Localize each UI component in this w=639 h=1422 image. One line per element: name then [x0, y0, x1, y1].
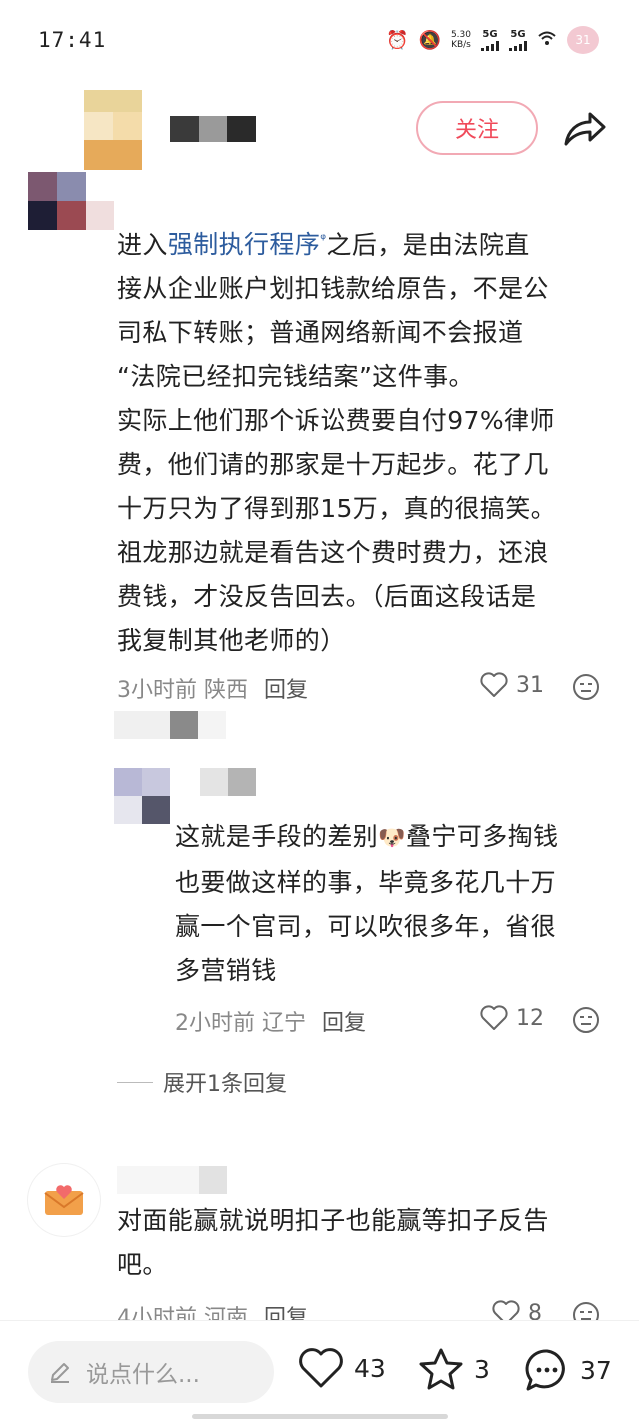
replier-name-blur: [114, 711, 226, 739]
heart-icon: [480, 672, 508, 697]
commenter-avatar[interactable]: [28, 172, 114, 230]
silent-icon: 🔕: [418, 29, 441, 51]
clock: 17:41: [38, 28, 107, 52]
envelope-heart-icon: [44, 1185, 84, 1215]
status-icons: ⏰ 🔕 5.30 KB/s 5G 5G 31: [386, 24, 599, 56]
comment-text: 进入强制执行程序ᵠ之后，是由法院直 接从企业账户划扣钱款给原告，不是公 司私下转…: [117, 230, 557, 656]
comment-text: 对面能赢就说明扣子也能赢等扣子反告 吧。: [117, 1206, 549, 1279]
wifi-icon: [537, 29, 557, 52]
home-indicator[interactable]: [192, 1414, 448, 1419]
heart-icon: [480, 1005, 508, 1030]
status-bar: 17:41 ⏰ 🔕 5.30 KB/s 5G 5G 31: [0, 0, 639, 80]
pencil-icon: [51, 1363, 69, 1383]
dislike-icon[interactable]: [572, 673, 600, 701]
comment-text: 这就是手段的差别🐶叠宁可多掏钱 也要做这样的事，毕竟多花几十万 赢一个官司，可以…: [175, 822, 559, 985]
replier-avatar[interactable]: [114, 768, 170, 824]
share-icon[interactable]: [560, 104, 608, 152]
comment-meta: 3小时前 陕西 回复: [117, 672, 308, 704]
like-button[interactable]: 12: [480, 1005, 544, 1031]
chat-bubble-icon: [525, 1349, 565, 1391]
divider: [117, 1081, 153, 1083]
doge-emoji-icon: 🐶: [378, 826, 406, 851]
net-speed: 5.30 KB/s: [450, 30, 471, 50]
keyword-link[interactable]: 强制执行程序ᵠ: [168, 230, 327, 259]
expand-replies-button[interactable]: 展开1条回复: [117, 1066, 287, 1098]
like-button[interactable]: 31: [480, 672, 544, 698]
dislike-icon[interactable]: [572, 1006, 600, 1034]
comment-meta: 2小时前 辽宁 回复: [175, 1005, 366, 1037]
favorite-button[interactable]: 3: [418, 1347, 490, 1391]
commenter-name[interactable]: [117, 1166, 227, 1194]
commenter-avatar[interactable]: [28, 1164, 100, 1236]
comment-input[interactable]: 说点什么...: [28, 1341, 274, 1403]
signal-icon: 5G: [481, 29, 499, 51]
signal-icon: 5G: [509, 29, 527, 51]
author-avatar[interactable]: [84, 90, 142, 170]
like-post-button[interactable]: 43: [298, 1347, 386, 1389]
replier-name[interactable]: [200, 768, 256, 796]
battery-icon: 31: [567, 26, 599, 54]
reply-button[interactable]: 回复: [322, 1005, 366, 1037]
star-icon: [419, 1348, 463, 1390]
bottom-action-bar: 说点什么... 43 3 37: [0, 1320, 639, 1422]
comments-button[interactable]: 37: [524, 1347, 612, 1393]
alarm-icon: ⏰: [386, 29, 409, 51]
reply-button[interactable]: 回复: [264, 672, 308, 704]
follow-button[interactable]: 关注: [416, 101, 538, 155]
author-name[interactable]: [170, 116, 257, 142]
heart-icon: [299, 1348, 343, 1388]
